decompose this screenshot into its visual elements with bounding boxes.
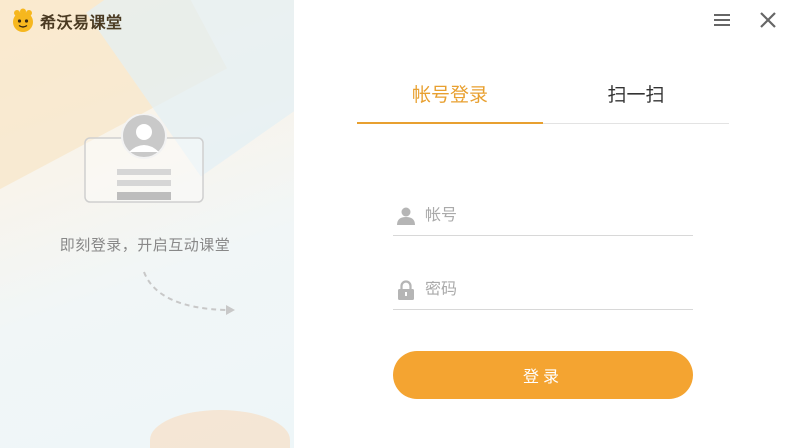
background-shape	[150, 410, 290, 448]
login-button[interactable]: 登录	[393, 351, 693, 399]
illustration-caption: 即刻登录，开启互动课堂	[59, 237, 231, 254]
brand: 希沃易课堂	[10, 8, 123, 34]
tab-account-login[interactable]: 帐号登录	[357, 80, 543, 124]
menu-button[interactable]	[710, 8, 734, 32]
id-card-illustration	[84, 114, 204, 203]
lock-icon	[395, 279, 417, 301]
login-tabs: 帐号登录 扫一扫	[357, 80, 729, 124]
password-field	[393, 270, 693, 310]
tab-scan[interactable]: 扫一扫	[543, 80, 729, 123]
window-controls	[710, 8, 780, 32]
account-field	[393, 196, 693, 236]
menu-icon	[714, 14, 730, 26]
app-name: 希沃易课堂	[40, 15, 123, 32]
close-button[interactable]	[756, 8, 780, 32]
user-icon	[395, 205, 417, 227]
left-panel: 希沃易课堂 即刻登录，开启互动课堂	[0, 0, 294, 448]
app-logo-icon	[13, 8, 33, 32]
dashed-arrow-icon	[143, 271, 235, 315]
close-icon	[760, 12, 776, 28]
password-input[interactable]	[425, 280, 675, 299]
account-input[interactable]	[425, 206, 675, 225]
